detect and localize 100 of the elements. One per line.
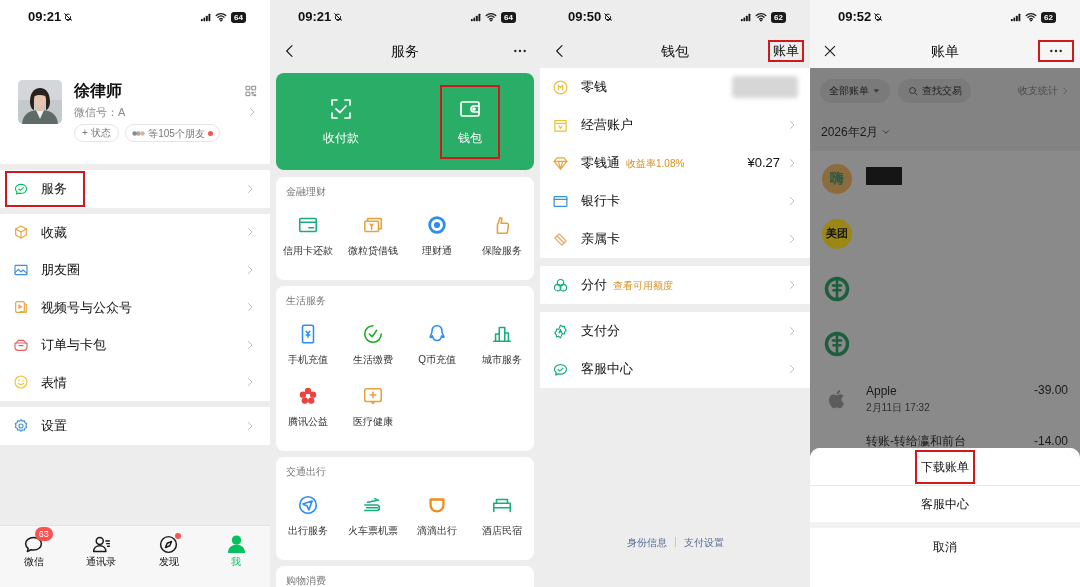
merchant-logo: 嗨 — [822, 163, 852, 194]
section-title: 金融理财 — [285, 185, 327, 199]
service-shortcut[interactable]: 城市服务 — [469, 314, 534, 376]
service-shortcut[interactable]: 火车票机票 — [340, 485, 405, 547]
service-shortcut[interactable]: 腾讯公益 — [276, 376, 341, 438]
month-picker[interactable]: 2026年2月 — [821, 123, 892, 141]
transaction-amount: -39.00 — [1033, 383, 1068, 398]
menu-item[interactable]: 订单与卡包 — [0, 326, 270, 364]
wallet-item[interactable]: 客服中心 — [540, 350, 810, 388]
battery-indicator: 62 — [1041, 11, 1056, 23]
signal-icon — [1010, 11, 1022, 23]
tilted-card-icon — [552, 230, 569, 248]
tab[interactable]: 通讯录 — [67, 527, 135, 573]
menu-item[interactable]: 服务 — [0, 170, 270, 208]
compass-icon — [158, 534, 180, 555]
scan-check-icon — [328, 96, 353, 121]
circles-icon — [552, 276, 569, 294]
battery-indicator: 64 — [501, 11, 516, 23]
transaction-title: 转账-转给瀛和前台 — [866, 434, 967, 449]
promo-tag: 收益率1.08% — [626, 155, 685, 171]
cancel-button[interactable]: 取消 — [810, 528, 1080, 587]
avatar-cluster-icon — [131, 128, 146, 138]
smiley-icon — [13, 374, 29, 391]
menu-item[interactable]: 收藏 — [0, 213, 270, 251]
service-shortcut[interactable]: 保险服务 — [469, 205, 534, 267]
status-time: 09:21 — [298, 8, 332, 27]
wallet-item[interactable]: 经营账户 — [540, 106, 810, 144]
bill-button[interactable]: 账单 — [768, 40, 804, 62]
service-shortcut[interactable]: 生活缴费 — [340, 314, 405, 376]
ring-icon — [426, 214, 449, 236]
video-card-icon — [13, 299, 29, 316]
search-button[interactable]: 查找交易 — [898, 78, 971, 103]
wallet-item[interactable]: 分付 查看可用额度 — [540, 266, 810, 304]
wallet-item[interactable]: 亲属卡 — [540, 220, 810, 258]
profile-name: 徐律师 — [74, 81, 122, 101]
section-title: 交通出行 — [285, 465, 327, 479]
transaction-title: Apple — [866, 383, 898, 399]
service-shortcut[interactable]: 医疗健康 — [340, 376, 405, 438]
wifi-icon — [485, 11, 498, 23]
tab[interactable]: 发现 — [135, 527, 203, 573]
chevron-right-icon — [1060, 85, 1070, 96]
service-shortcut[interactable]: 酒店民宿 — [469, 485, 534, 547]
contacts-icon — [90, 534, 112, 555]
service-shortcut[interactable]: Q币充值 — [405, 314, 470, 376]
service-shortcut[interactable]: 理财通 — [405, 205, 470, 267]
battery-indicator: 62 — [771, 11, 786, 23]
service-shortcut[interactable]: 出行服务 — [276, 485, 341, 547]
unread-badge: 63 — [34, 527, 53, 541]
status-time: 09:52 — [838, 8, 872, 27]
signal-icon — [470, 11, 482, 23]
cube-icon — [13, 224, 29, 241]
menu-item[interactable]: 表情 — [0, 363, 270, 401]
tab[interactable]: 微信 63 — [0, 527, 68, 573]
medical-box-icon — [361, 385, 384, 407]
transaction-time: 2月11日 17:32 — [866, 401, 931, 414]
wifi-icon — [215, 11, 228, 23]
ring-emblem-icon — [823, 274, 851, 303]
search-icon — [907, 84, 919, 97]
diamond-icon — [552, 154, 569, 172]
wallet-item[interactable]: 零钱通 收益率1.08% ¥0.27 — [540, 144, 810, 182]
service-shortcut[interactable]: 手机充值 — [276, 314, 341, 376]
battery-indicator: 64 — [231, 11, 246, 23]
section-title: 生活服务 — [285, 294, 327, 308]
ring-emblem-icon — [823, 329, 851, 358]
signal-icon — [740, 11, 752, 23]
wallet-item[interactable]: 零钱 — [540, 68, 810, 106]
chevron-down-icon — [881, 127, 892, 137]
service-shortcut[interactable]: 滴滴出行 — [405, 485, 470, 547]
merchant-logo: 美团 — [822, 218, 852, 249]
sheet-option[interactable]: 下载账单 — [810, 448, 1080, 485]
more-button[interactable] — [1038, 40, 1074, 62]
wifi-icon — [755, 11, 768, 23]
menu-item[interactable]: 朋友圈 — [0, 251, 270, 289]
menu-item[interactable]: 设置 — [0, 407, 270, 445]
wifi-icon — [1025, 11, 1038, 23]
service-shortcut[interactable]: 信用卡还款 — [276, 205, 341, 267]
navigation-icon — [297, 494, 320, 516]
signal-icon — [200, 11, 212, 23]
page-title: 钱包 — [661, 41, 689, 61]
balance-value: ¥0.27 — [747, 154, 780, 173]
footer-link[interactable]: 身份信息 — [626, 534, 667, 550]
bell-slash-icon — [603, 12, 614, 22]
promo-tag: 查看可用额度 — [613, 277, 673, 293]
status-time: 09:50 — [568, 8, 602, 27]
page-title: 服务 — [391, 41, 419, 61]
person-icon — [225, 534, 247, 555]
wallet-item[interactable]: 支付分 — [540, 312, 810, 350]
wechat-id: 微信号：A — [74, 104, 126, 120]
section-title: 购物消费 — [285, 574, 327, 587]
check-circle-icon — [361, 323, 384, 345]
page-title: 账单 — [931, 41, 959, 61]
footer-link[interactable]: 支付设置 — [683, 534, 724, 550]
close-icon — [822, 43, 838, 59]
settings-icon — [13, 417, 29, 434]
sheet-option[interactable]: 客服中心 — [810, 485, 1080, 522]
menu-item[interactable]: 视频号与公众号 — [0, 288, 270, 326]
filter-dropdown[interactable]: 全部账单 — [820, 78, 890, 103]
service-shortcut[interactable]: 微粒贷借钱 — [340, 205, 405, 267]
bell-slash-icon — [333, 12, 344, 22]
wallet-item[interactable]: 银行卡 — [540, 182, 810, 220]
